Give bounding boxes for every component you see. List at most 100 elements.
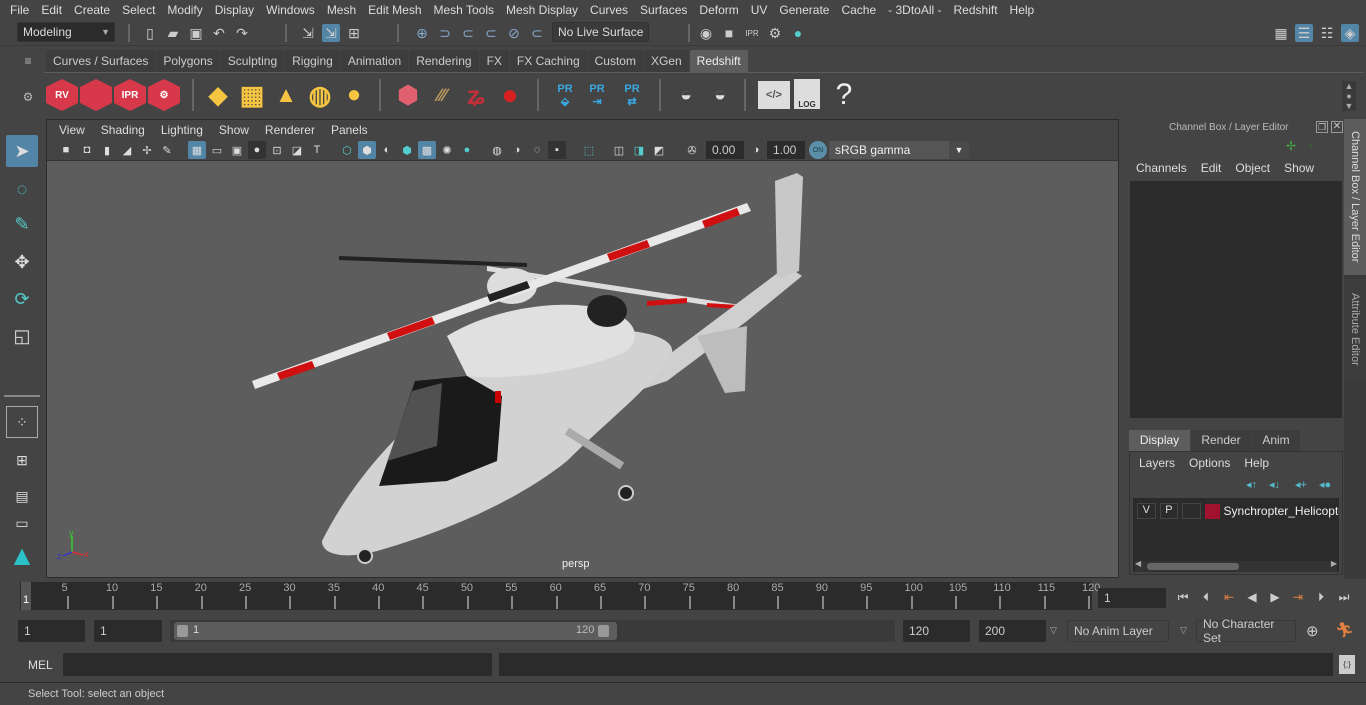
use-default-material-icon[interactable]: ◐: [378, 141, 396, 159]
save-scene-icon[interactable]: ▣: [187, 24, 205, 42]
redshift-proxy-import-icon[interactable]: PR ⇥: [581, 79, 613, 111]
select-component-icon[interactable]: ⊞: [345, 24, 363, 42]
redshift-render-settings-icon[interactable]: ⚙: [148, 79, 180, 111]
side-tab-attribute-editor[interactable]: Attribute Editor: [1344, 279, 1366, 379]
help-menu[interactable]: Help: [1237, 456, 1276, 470]
render-current-icon[interactable]: ■: [720, 24, 738, 42]
select-camera-icon[interactable]: ■: [57, 141, 75, 159]
viewport-menu-renderer[interactable]: Renderer: [257, 123, 323, 137]
redo-icon[interactable]: ↷: [233, 24, 251, 42]
field-chart-icon[interactable]: ⊡: [268, 141, 286, 159]
chevron-down-icon[interactable]: ▽: [1050, 625, 1057, 636]
redshift-area-light-icon[interactable]: ◆: [202, 79, 234, 111]
redshift-hair-icon[interactable]: ∕∕∕: [426, 79, 458, 111]
object-menu[interactable]: Object: [1228, 161, 1277, 175]
tool-settings-toggle-icon[interactable]: ☷: [1318, 24, 1336, 42]
viewport-panel[interactable]: View Shading Lighting Show Renderer Pane…: [46, 119, 1119, 578]
menu-surfaces[interactable]: Surfaces: [634, 3, 693, 17]
bookmarks-icon[interactable]: ▮: [98, 141, 116, 159]
shelf-tab-fx-caching[interactable]: FX Caching: [509, 50, 587, 72]
smooth-shade-icon[interactable]: ⬢: [358, 141, 376, 159]
redshift-volume-icon[interactable]: ʑ: [460, 79, 492, 111]
snap-surface-icon[interactable]: ⊘: [505, 24, 523, 42]
menu-help[interactable]: Help: [1004, 3, 1041, 17]
redshift-dome-light-icon[interactable]: ◍: [304, 79, 336, 111]
shelf-settings-icon[interactable]: ⚙: [20, 90, 36, 104]
scrollbar-thumb[interactable]: [1147, 563, 1239, 570]
anim-layer-dropdown[interactable]: No Anim Layer: [1067, 620, 1169, 642]
persp-graph-layout-icon[interactable]: ▭: [6, 514, 38, 532]
snap-grid-icon[interactable]: ⊕: [413, 24, 431, 42]
snap-view-plane-icon[interactable]: ⊂: [482, 24, 500, 42]
redshift-bake-icon[interactable]: ◒: [704, 79, 736, 111]
redshift-proxy-swap-icon[interactable]: PR ⇄: [616, 79, 648, 111]
shelf-tab-redshift[interactable]: Redshift: [689, 50, 748, 72]
menu-redshift[interactable]: Redshift: [948, 3, 1004, 17]
gamma-field[interactable]: 1.00: [767, 141, 805, 159]
modeling-toolkit-icon[interactable]: ▦: [1272, 24, 1290, 42]
speed-icon[interactable]: ◔: [1306, 139, 1313, 153]
range-end-handle[interactable]: [598, 625, 609, 637]
redshift-material-ball-icon[interactable]: ●: [494, 79, 526, 111]
menu-3dtoall[interactable]: - 3DtoAll -: [882, 3, 947, 17]
use-all-lights-icon[interactable]: ✺: [438, 141, 456, 159]
shadows-icon[interactable]: ●: [458, 141, 476, 159]
ipr-render-icon[interactable]: IPR: [743, 24, 761, 42]
xray-active-components-icon[interactable]: ◨: [630, 141, 648, 159]
layer-tab-render[interactable]: Render: [1191, 430, 1251, 451]
hypershade-icon[interactable]: ●: [789, 24, 807, 42]
menu-file[interactable]: File: [4, 3, 35, 17]
layer-visibility-toggle[interactable]: V: [1137, 503, 1156, 519]
screen-space-ao-icon[interactable]: ◍: [488, 141, 506, 159]
isolate-select-icon[interactable]: ⬚: [580, 141, 598, 159]
channels-menu[interactable]: Channels: [1129, 161, 1194, 175]
layer-tab-display[interactable]: Display: [1129, 430, 1190, 451]
current-frame-field[interactable]: 1: [1098, 588, 1166, 608]
manipulator-icon[interactable]: ✢: [1286, 139, 1296, 153]
layer-color-swatch[interactable]: [1204, 503, 1220, 519]
menu-edit[interactable]: Edit: [35, 3, 68, 17]
menu-mesh[interactable]: Mesh: [321, 3, 362, 17]
shelf-menu-icon[interactable]: ≡: [20, 54, 36, 68]
command-language-label[interactable]: MEL: [28, 658, 53, 672]
time-slider[interactable]: 1 5 10 15 20 25 30 35 40 45 50 55 60 65 70 75 80 85 90 95 1…: [20, 582, 1100, 610]
layer-display-type-toggle[interactable]: [1182, 503, 1201, 519]
snap-curve-icon[interactable]: ⊃: [436, 24, 454, 42]
rotate-tool-icon[interactable]: ⟳: [6, 283, 38, 315]
textured-icon[interactable]: ▩: [418, 141, 436, 159]
viewport-menu-view[interactable]: View: [51, 123, 93, 137]
outliner-persp-layout-icon[interactable]: ▤: [6, 480, 38, 512]
gate-mask-icon[interactable]: ●: [248, 141, 266, 159]
safe-action-icon[interactable]: ◪: [288, 141, 306, 159]
lasso-tool-icon[interactable]: ◌: [6, 173, 38, 205]
new-layer-icon[interactable]: ◂+: [1295, 478, 1307, 491]
animation-start-field[interactable]: 1: [18, 620, 85, 642]
shelf-tab-curves-surfaces[interactable]: Curves / Surfaces: [46, 50, 156, 72]
close-panel-icon[interactable]: ✕: [1331, 121, 1343, 133]
menu-cache[interactable]: Cache: [835, 3, 882, 17]
four-view-layout-icon[interactable]: ⊞: [6, 444, 38, 476]
go-to-end-icon[interactable]: ⏭: [1336, 588, 1352, 606]
playback-end-field[interactable]: 120: [903, 620, 970, 642]
film-gate-icon[interactable]: ▭: [208, 141, 226, 159]
image-plane-icon[interactable]: ◢: [118, 141, 136, 159]
show-menu[interactable]: Show: [1277, 161, 1321, 175]
new-layer-selected-icon[interactable]: ◂●: [1319, 478, 1331, 491]
redshift-bake-set-icon[interactable]: ◒: [670, 79, 702, 111]
redshift-portal-light-icon[interactable]: ▦: [236, 79, 268, 111]
edit-menu[interactable]: Edit: [1194, 161, 1229, 175]
menu-uv[interactable]: UV: [745, 3, 774, 17]
menu-generate[interactable]: Generate: [773, 3, 835, 17]
anti-aliasing-icon[interactable]: ◌: [528, 141, 546, 159]
menu-display[interactable]: Display: [209, 3, 260, 17]
script-editor-icon[interactable]: {;}: [1339, 655, 1355, 674]
move-layer-up-icon[interactable]: ◂↑: [1246, 478, 1257, 491]
channel-list[interactable]: [1130, 181, 1342, 418]
workspace-dropdown[interactable]: Modeling ▼: [17, 22, 115, 42]
go-to-start-icon[interactable]: ⏮: [1175, 588, 1191, 606]
step-forward-frame-icon[interactable]: ⏵: [1313, 588, 1329, 606]
viewport-menu-panels[interactable]: Panels: [323, 123, 376, 137]
viewport-menu-show[interactable]: Show: [211, 123, 257, 137]
new-scene-icon[interactable]: ▯: [141, 24, 159, 42]
layer-tab-anim[interactable]: Anim: [1252, 430, 1300, 451]
